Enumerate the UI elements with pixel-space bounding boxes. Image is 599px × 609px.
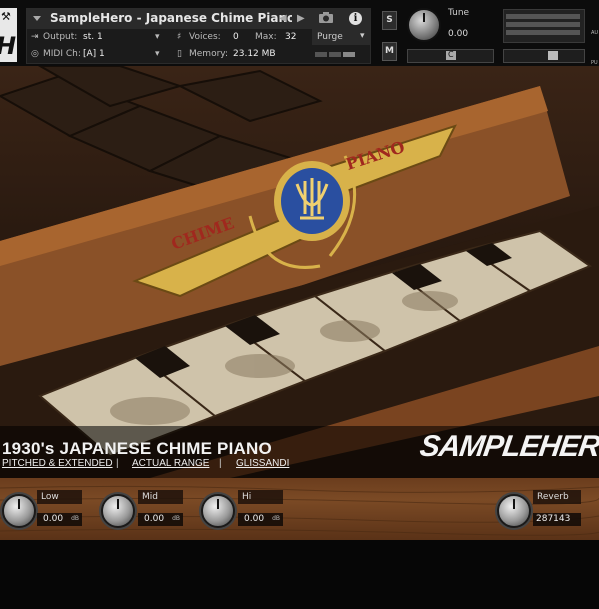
reverb-label-text: Reverb (537, 492, 569, 502)
max-label: Max: (255, 32, 277, 42)
link-separator: | (219, 458, 222, 469)
hi-label-text: Hi (242, 492, 252, 502)
side-label-au: AU (591, 30, 599, 36)
kontakt-header: ⚒ H SampleHero - Japanese Chime Piano ◀ … (0, 0, 599, 66)
link-actual-range[interactable]: ACTUAL RANGE (132, 458, 209, 469)
reverb-knob[interactable] (497, 494, 531, 528)
mid-value-field[interactable]: 0.00 dB (138, 513, 183, 526)
previous-instrument-icon[interactable]: ◀ (279, 13, 287, 24)
mid-knob[interactable] (101, 494, 135, 528)
max-voices-field[interactable]: 32 (285, 32, 296, 42)
link-separator: | (116, 458, 119, 469)
mid-label-text: Mid (142, 492, 158, 502)
tune-knob[interactable] (407, 8, 441, 42)
output-select[interactable]: st. 1 (83, 32, 103, 42)
pan-slider[interactable]: C (407, 49, 494, 63)
mute-button[interactable]: M (382, 42, 397, 61)
voices-icon: ♯ (177, 32, 182, 42)
eq-reverb-controls: Low 0.00 dB Mid 0.00 dB Hi 0.00 dB Rever… (0, 478, 599, 540)
output-row: ⇥ Output: st. 1 ▾ ♯ Voices: 0 Max: 32 (27, 29, 307, 45)
volume-slider[interactable] (503, 49, 585, 63)
hi-value: 0.00 (244, 514, 265, 524)
instrument-badge-icon: H (0, 32, 16, 60)
midi-icon: ◎ (31, 49, 39, 59)
low-label-text: Low (41, 492, 59, 502)
camera-icon[interactable] (318, 11, 334, 24)
instrument-name-row: SampleHero - Japanese Chime Piano ◀ ▶ i (27, 9, 370, 29)
low-value: 0.00 (43, 514, 64, 524)
reverb-value: 287143 (536, 514, 571, 524)
wrench-icon: ⚒ (1, 10, 11, 23)
instrument-artwork: CHIME PIANO 1930's JAPANESE CHIME PIANO … (0, 66, 599, 478)
midi-label: MIDI Ch: (43, 49, 81, 59)
level-meter (503, 9, 585, 43)
voices-label: Voices: (189, 32, 221, 42)
samplehero-logo: SAMPLEHERO (417, 430, 599, 463)
link-glissandi[interactable]: GLISSANDI (236, 458, 289, 469)
link-pitched-extended[interactable]: PITCHED & EXTENDED (2, 458, 113, 469)
reverb-value-field[interactable]: 287143 (533, 513, 581, 526)
chime-piano-photo (0, 66, 599, 478)
info-icon[interactable]: i (349, 12, 362, 25)
purge-label: Purge (317, 32, 343, 42)
output-icon: ⇥ (31, 32, 39, 42)
low-knob[interactable] (2, 494, 36, 528)
memory-label: Memory: (189, 49, 228, 59)
purge-dropdown-icon: ▾ (360, 31, 365, 41)
tune-label: Tune (448, 8, 470, 18)
midi-row: ◎ MIDI Ch: [A] 1 ▾ ▯ Memory: 23.12 MB (27, 46, 307, 62)
volume-handle[interactable] (548, 51, 558, 60)
midi-channel-select[interactable]: [A] 1 (83, 49, 105, 59)
reverb-label: Reverb (533, 490, 581, 504)
memory-value: 23.12 MB (233, 49, 276, 59)
voices-value: 0 (233, 32, 239, 42)
hi-value-field[interactable]: 0.00 dB (238, 513, 283, 526)
low-unit: dB (71, 515, 79, 522)
instrument-name[interactable]: SampleHero - Japanese Chime Piano (50, 11, 292, 25)
hi-unit: dB (272, 515, 280, 522)
midi-dropdown-icon[interactable]: ▾ (155, 49, 160, 59)
low-label: Low (37, 490, 82, 504)
purge-button[interactable]: Purge ▾ (312, 29, 370, 45)
output-dropdown-icon[interactable]: ▾ (155, 32, 160, 42)
mid-value: 0.00 (144, 514, 165, 524)
solo-button[interactable]: S (382, 11, 397, 30)
output-label: Output: (43, 32, 78, 42)
empty-footer (0, 540, 599, 609)
instrument-panel: SampleHero - Japanese Chime Piano ◀ ▶ i … (26, 8, 371, 64)
hi-knob[interactable] (201, 494, 235, 528)
kontakt-tool-logo[interactable]: ⚒ H (0, 8, 17, 62)
cpu-meter (315, 52, 369, 58)
hi-label: Hi (238, 490, 283, 504)
low-value-field[interactable]: 0.00 dB (37, 513, 82, 526)
pan-value: C (448, 50, 454, 59)
mid-label: Mid (138, 490, 183, 504)
next-instrument-icon[interactable]: ▶ (297, 13, 305, 24)
tune-value: 0.00 (448, 29, 469, 39)
instrument-title: 1930's JAPANESE CHIME PIANO (2, 439, 272, 458)
mid-unit: dB (172, 515, 180, 522)
collapse-triangle-icon[interactable] (33, 16, 41, 21)
memory-icon: ▯ (177, 49, 182, 59)
